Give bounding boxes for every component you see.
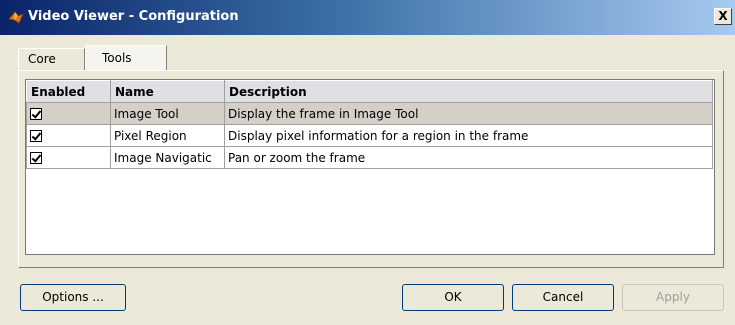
enabled-cell[interactable] — [26, 146, 111, 169]
table-header-row: Enabled Name Description — [26, 80, 713, 103]
name-cell[interactable]: Image Navigatic — [110, 146, 225, 169]
name-cell[interactable]: Image Tool — [110, 102, 225, 125]
description-cell[interactable]: Pan or zoom the frame — [224, 146, 713, 169]
enabled-cell[interactable] — [26, 102, 111, 125]
options-button[interactable]: Options ... — [20, 284, 126, 311]
column-header-enabled[interactable]: Enabled — [26, 80, 111, 103]
column-header-description[interactable]: Description — [224, 80, 713, 103]
cancel-button[interactable]: Cancel — [512, 284, 614, 311]
ok-button[interactable]: OK — [402, 284, 504, 311]
table-row[interactable]: Image Tool Display the frame in Image To… — [26, 102, 713, 125]
matlab-icon — [8, 11, 24, 24]
window-title: Video Viewer - Configuration — [28, 9, 239, 24]
description-cell[interactable]: Display the frame in Image Tool — [224, 102, 713, 125]
table-row[interactable]: Image Navigatic Pan or zoom the frame — [26, 146, 713, 169]
checkbox-checked-icon[interactable] — [30, 152, 42, 164]
name-cell[interactable]: Pixel Region — [110, 124, 225, 147]
enabled-cell[interactable] — [26, 124, 111, 147]
description-cell[interactable]: Display pixel information for a region i… — [224, 124, 713, 147]
checkbox-checked-icon[interactable] — [30, 130, 42, 142]
apply-button[interactable]: Apply — [622, 284, 724, 311]
table-row[interactable]: Pixel Region Display pixel information f… — [26, 124, 713, 147]
title-bar[interactable]: Video Viewer - Configuration X — [0, 0, 735, 35]
checkbox-checked-icon[interactable] — [30, 108, 42, 120]
tools-table[interactable]: Enabled Name Description Image Tool Disp… — [25, 79, 715, 255]
tab-core[interactable]: Core — [18, 48, 85, 70]
tab-tools[interactable]: Tools — [85, 45, 167, 71]
close-icon: X — [718, 9, 728, 23]
tools-tab-panel: Enabled Name Description Image Tool Disp… — [18, 70, 724, 268]
column-header-name[interactable]: Name — [110, 80, 225, 103]
close-button[interactable]: X — [714, 8, 732, 25]
